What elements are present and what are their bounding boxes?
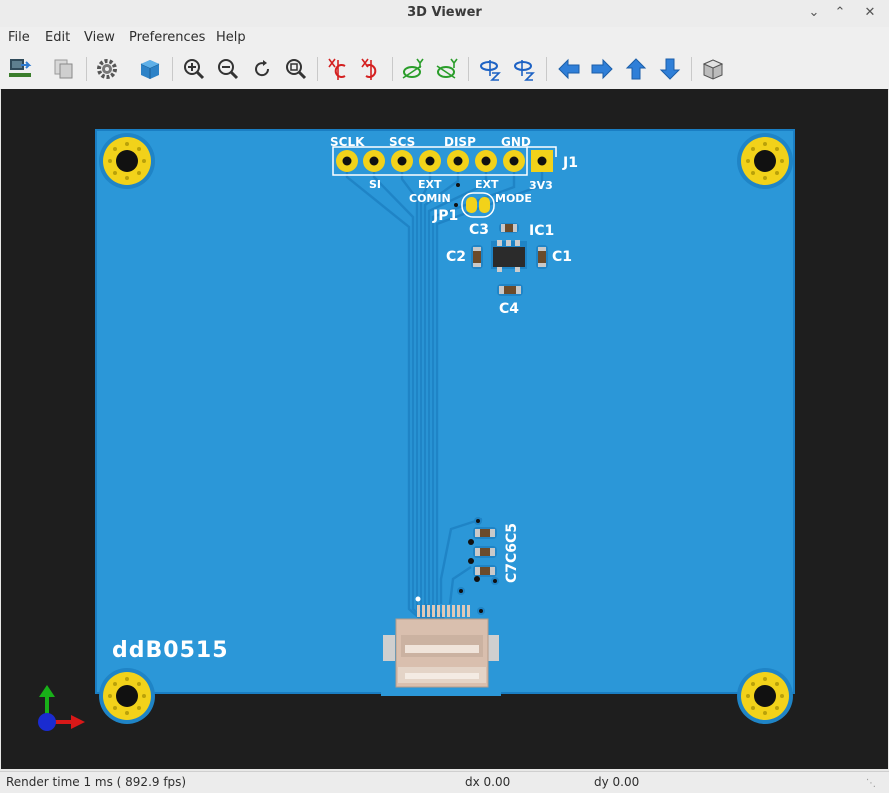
rotate-x-icon: [361, 58, 377, 80]
mount-hole-tr: [737, 133, 793, 189]
arrow-right-icon: [591, 58, 613, 80]
status-bar: Render time 1 ms ( 892.9 fps) dx 0.00 dy…: [0, 771, 889, 793]
ref-j1: J1: [562, 155, 578, 171]
rotate-z-icon: [514, 60, 535, 81]
rotate-y-cw-button[interactable]: [399, 55, 427, 83]
raytracing-button[interactable]: [136, 55, 164, 83]
menu-help[interactable]: Help: [216, 30, 246, 45]
reload-board-button[interactable]: [6, 55, 34, 83]
gear-icon: [97, 59, 117, 79]
rotate-y-ccw-button[interactable]: [433, 55, 461, 83]
redraw-button[interactable]: [248, 55, 276, 83]
window-title: 3D Viewer: [407, 5, 482, 20]
ref-c7c6c5: C7C6C5: [504, 523, 520, 583]
cube-icon: [140, 60, 160, 79]
move-up-button[interactable]: [622, 55, 650, 83]
label-si: SI: [369, 178, 381, 191]
move-down-button[interactable]: [656, 55, 684, 83]
ortho-cube-icon: [702, 59, 724, 80]
rotate-y-icon: [436, 58, 458, 79]
jp1-pad-b: [479, 197, 490, 213]
maximize-icon: ⌃: [834, 5, 846, 20]
minimize-icon: ⌄: [808, 5, 820, 20]
label-3v3: 3V3: [529, 179, 553, 192]
rotate-x-icon: [328, 58, 346, 80]
reload-board-icon: [9, 59, 32, 77]
close-button[interactable]: ✕: [860, 3, 880, 23]
ref-c2: C2: [446, 249, 466, 265]
board-name: ddB0515: [112, 638, 229, 663]
zoom-out-button[interactable]: [214, 55, 242, 83]
axis-gizmo: [38, 685, 85, 731]
zoom-out-icon: [218, 59, 239, 80]
label-sclk: SCLK: [330, 135, 365, 149]
arrow-down-icon: [659, 58, 681, 80]
label-mode: MODE: [495, 192, 532, 205]
copy-icon: [54, 59, 73, 79]
dy-readout: dy 0.00: [594, 775, 640, 789]
mount-hole-bl: [99, 668, 155, 724]
dx-readout: dx 0.00: [465, 775, 511, 789]
label-comin: COMIN: [409, 192, 451, 205]
board-render: SCLK SCS DISP GND SI EXT EXT 3V3 J1 COMI…: [38, 129, 795, 731]
zoom-in-button[interactable]: [180, 55, 208, 83]
menu-edit[interactable]: Edit: [45, 30, 70, 45]
rotate-x-ccw-button[interactable]: [357, 55, 385, 83]
ref-c1: C1: [552, 249, 572, 265]
copy-image-button[interactable]: [50, 55, 78, 83]
close-icon: ✕: [864, 5, 876, 20]
ref-jp1: JP1: [432, 208, 458, 224]
rotate-z-ccw-button[interactable]: [510, 55, 538, 83]
label-disp: DISP: [444, 135, 476, 149]
ref-c4: C4: [499, 301, 519, 317]
render-time: Render time 1 ms ( 892.9 fps): [6, 775, 187, 789]
rotate-x-cw-button[interactable]: [324, 55, 352, 83]
move-left-button[interactable]: [555, 55, 583, 83]
mount-hole-br: [737, 668, 793, 724]
jp1-pad-a: [466, 197, 477, 213]
maximize-button[interactable]: ⌃: [830, 3, 850, 23]
3d-viewport[interactable]: SCLK SCS DISP GND SI EXT EXT 3V3 J1 COMI…: [1, 89, 888, 769]
menu-file[interactable]: File: [8, 30, 30, 45]
rotate-z-cw-button[interactable]: [476, 55, 504, 83]
zoom-fit-icon: [286, 59, 307, 80]
ref-c3: C3: [469, 222, 489, 238]
toggle-ortho-button[interactable]: [699, 55, 727, 83]
label-ext-2: EXT: [475, 178, 499, 191]
minimize-button[interactable]: ⌄: [804, 3, 824, 23]
title-bar: 3D Viewer ⌄ ⌃ ✕: [0, 0, 889, 28]
options-button[interactable]: [93, 55, 121, 83]
menu-view[interactable]: View: [84, 30, 115, 45]
redraw-icon: [255, 60, 270, 77]
resize-grip-icon[interactable]: ⋱: [866, 778, 876, 789]
label-gnd: GND: [501, 135, 531, 149]
move-right-button[interactable]: [588, 55, 616, 83]
zoom-fit-button[interactable]: [282, 55, 310, 83]
mount-hole-tl: [99, 133, 155, 189]
zoom-in-icon: [184, 59, 205, 80]
arrow-up-icon: [625, 58, 647, 80]
rotate-y-icon: [402, 58, 424, 79]
toolbar: [0, 51, 889, 90]
label-scs: SCS: [389, 135, 415, 149]
label-ext-1: EXT: [418, 178, 442, 191]
menu-preferences[interactable]: Preferences: [129, 30, 205, 45]
arrow-left-icon: [558, 58, 580, 80]
ref-ic1: IC1: [529, 223, 554, 239]
ic1-body: [493, 247, 525, 267]
rotate-z-icon: [480, 60, 501, 81]
menu-bar: File Edit View Preferences Help: [0, 27, 889, 51]
